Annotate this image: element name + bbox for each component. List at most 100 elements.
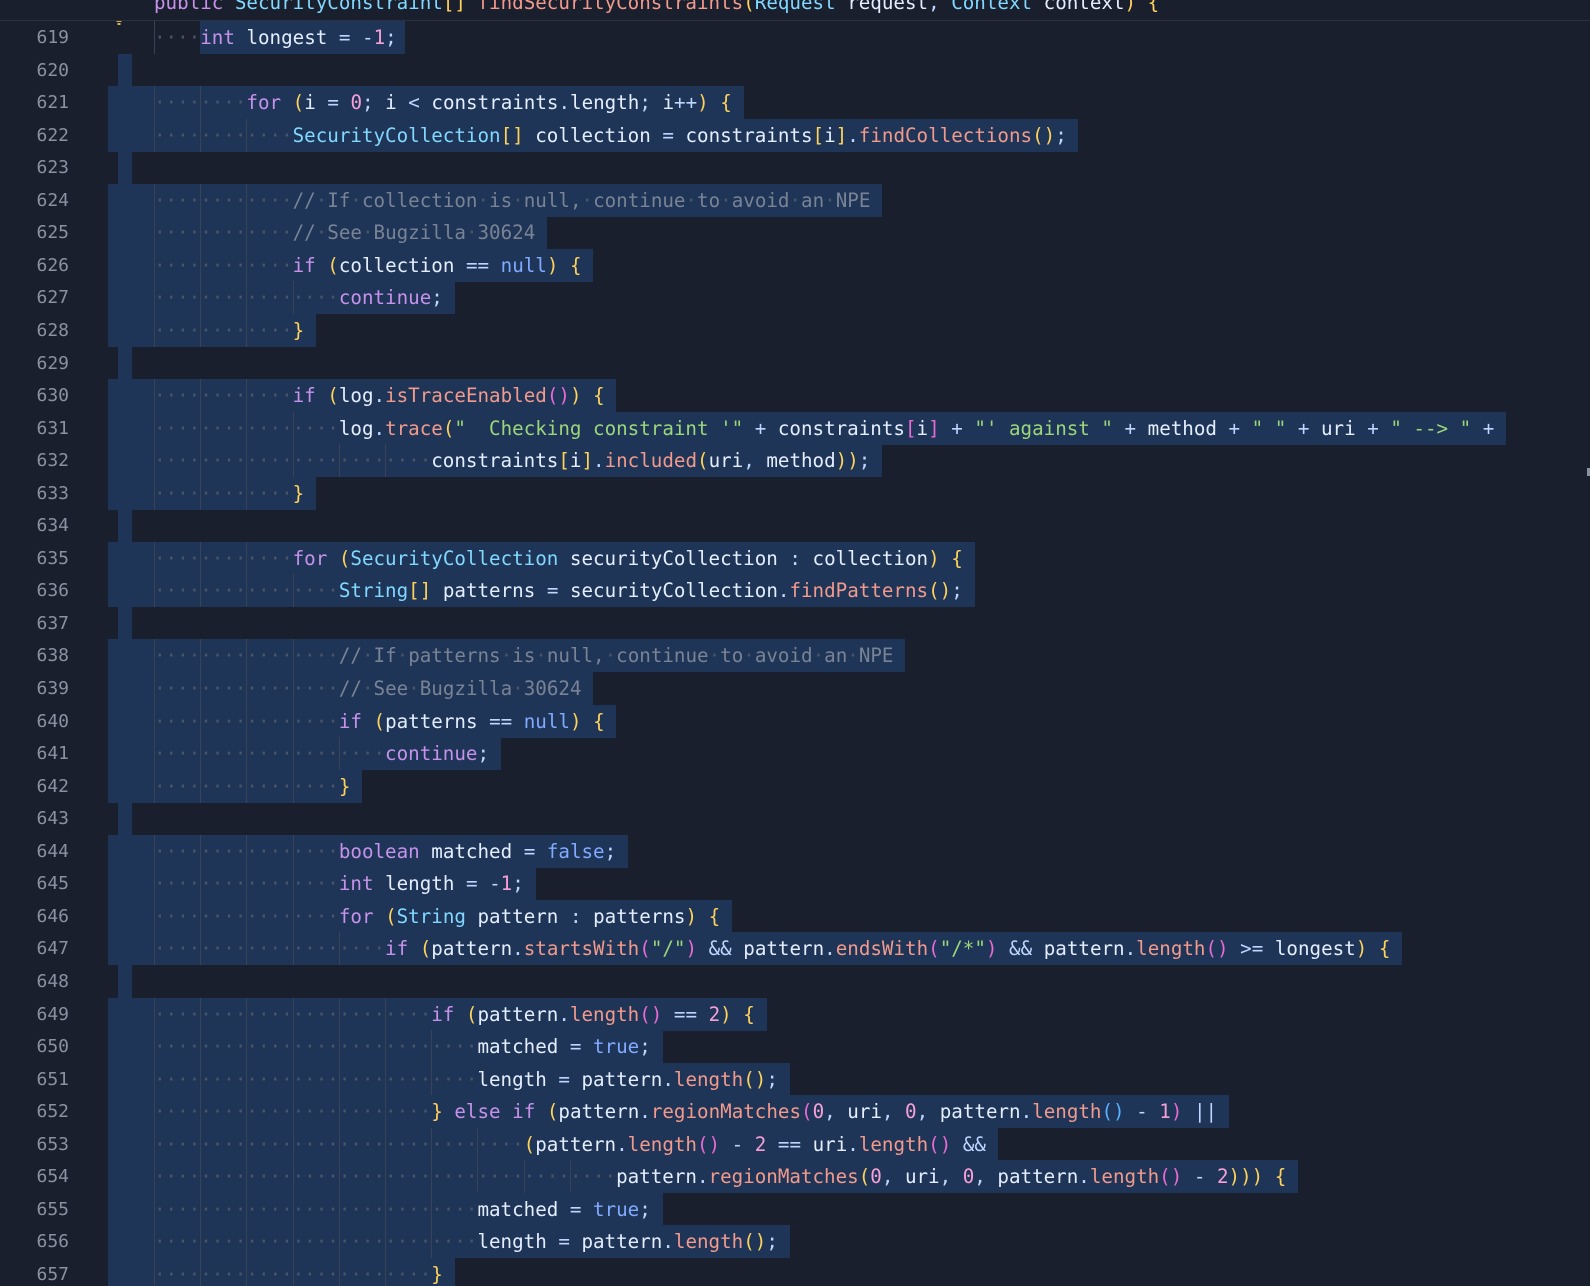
- code-text[interactable]: ················continue;: [154, 281, 443, 314]
- code-text[interactable]: ············for (SecurityCollection secu…: [154, 542, 963, 575]
- code-line[interactable]: 633 ············}: [0, 476, 1590, 510]
- line-number[interactable]: 619: [0, 21, 69, 54]
- code-line[interactable]: 626 ············if (collection == null) {: [0, 248, 1590, 282]
- code-line[interactable]: 630 ············if (log.isTraceEnabled())…: [0, 379, 1590, 413]
- line-number[interactable]: 637: [0, 607, 69, 640]
- line-number[interactable]: 643: [0, 802, 69, 835]
- line-number[interactable]: 630: [0, 379, 69, 412]
- code-text[interactable]: ················//·See·Bugzilla·30624: [154, 672, 581, 705]
- line-number[interactable]: 631: [0, 412, 69, 445]
- code-text[interactable]: ························} else if (patte…: [154, 1095, 1217, 1128]
- sticky-scroll-header[interactable]: public SecurityConstraint[] findSecurity…: [0, 0, 1590, 21]
- line-number[interactable]: 653: [0, 1128, 69, 1161]
- code-text[interactable]: ············}: [154, 477, 304, 510]
- code-text[interactable]: ························if (pattern.leng…: [154, 998, 755, 1031]
- code-line[interactable]: 634: [0, 509, 1590, 543]
- line-number[interactable]: 624: [0, 184, 69, 217]
- line-number[interactable]: 633: [0, 477, 69, 510]
- line-number[interactable]: 636: [0, 574, 69, 607]
- line-number[interactable]: 640: [0, 705, 69, 738]
- code-editor[interactable]: public SecurityConstraint[] findSecurity…: [0, 0, 1590, 1286]
- code-line[interactable]: 628 ············}: [0, 313, 1590, 347]
- line-number[interactable]: 621: [0, 86, 69, 119]
- code-line[interactable]: 637: [0, 606, 1590, 640]
- line-number[interactable]: 647: [0, 932, 69, 965]
- code-text[interactable]: ····················if (pattern.startsWi…: [154, 932, 1390, 965]
- code-text[interactable]: ············}: [154, 314, 304, 347]
- code-text[interactable]: ········································…: [154, 1160, 1286, 1193]
- code-text[interactable]: ················if (patterns == null) {: [154, 705, 605, 738]
- code-line[interactable]: 641 ····················continue;: [0, 737, 1590, 771]
- line-number[interactable]: 625: [0, 216, 69, 249]
- line-number[interactable]: 648: [0, 965, 69, 998]
- code-line[interactable]: 639 ················//·See·Bugzilla·30624: [0, 672, 1590, 705]
- line-number[interactable]: 628: [0, 314, 69, 347]
- code-text[interactable]: ································(pattern…: [154, 1128, 986, 1161]
- line-number[interactable]: 626: [0, 249, 69, 282]
- code-line[interactable]: 654 ·····································…: [0, 1160, 1590, 1194]
- code-line[interactable]: 647 ····················if (pattern.start…: [0, 932, 1590, 966]
- line-number[interactable]: 641: [0, 737, 69, 770]
- code-text[interactable]: ················log.trace(" Checking con…: [154, 412, 1494, 445]
- line-number[interactable]: 623: [0, 151, 69, 184]
- line-number[interactable]: 644: [0, 835, 69, 868]
- line-number[interactable]: 635: [0, 542, 69, 575]
- code-text[interactable]: ····························length = pat…: [154, 1063, 778, 1096]
- code-text[interactable]: ····························matched = tr…: [154, 1030, 651, 1063]
- code-line[interactable]: 629: [0, 346, 1590, 380]
- code-text[interactable]: ············if (collection == null) {: [154, 249, 582, 282]
- code-text[interactable]: ············//·See·Bugzilla·30624: [154, 216, 535, 249]
- line-number[interactable]: 649: [0, 998, 69, 1031]
- code-line[interactable]: 619 ····int longest = -1;: [0, 21, 1590, 54]
- code-text[interactable]: ················}: [154, 770, 350, 803]
- code-text[interactable]: ························}: [154, 1258, 443, 1286]
- code-line[interactable]: 636 ················String[] patterns = s…: [0, 574, 1590, 608]
- line-number[interactable]: 639: [0, 672, 69, 705]
- code-text[interactable]: ····int longest = -1;: [154, 21, 397, 54]
- code-line[interactable]: 623: [0, 151, 1590, 185]
- code-line[interactable]: 650 ····························matched =…: [0, 1030, 1590, 1064]
- code-text[interactable]: ················boolean matched = false;: [154, 835, 616, 868]
- code-text[interactable]: ················String[] patterns = secu…: [154, 574, 963, 607]
- line-number[interactable]: 650: [0, 1030, 69, 1063]
- code-line[interactable]: 649 ························if (pattern.l…: [0, 997, 1590, 1031]
- code-text[interactable]: ················for (String pattern : pa…: [154, 900, 720, 933]
- line-number[interactable]: 629: [0, 347, 69, 380]
- code-text[interactable]: ················int length = -1;: [154, 867, 524, 900]
- code-line[interactable]: 624 ············//·If·collection·is·null,…: [0, 183, 1590, 217]
- code-line[interactable]: 645 ················int length = -1;: [0, 867, 1590, 901]
- code-line[interactable]: 648: [0, 964, 1590, 998]
- code-line[interactable]: 653 ································(patt…: [0, 1127, 1590, 1161]
- line-number[interactable]: 651: [0, 1063, 69, 1096]
- code-line[interactable]: 622 ············SecurityCollection[] coll…: [0, 118, 1590, 152]
- line-number[interactable]: 620: [0, 54, 69, 87]
- code-line[interactable]: 656 ····························length = …: [0, 1225, 1590, 1259]
- code-text[interactable]: ············SecurityCollection[] collect…: [154, 119, 1067, 152]
- line-number[interactable]: 657: [0, 1258, 69, 1286]
- code-line[interactable]: 651 ····························length = …: [0, 1062, 1590, 1096]
- line-number[interactable]: 655: [0, 1193, 69, 1226]
- code-text[interactable]: ················//·If·patterns·is·null,·…: [154, 639, 893, 672]
- code-line[interactable]: 655 ····························matched =…: [0, 1192, 1590, 1226]
- line-number[interactable]: 656: [0, 1225, 69, 1258]
- line-number[interactable]: 634: [0, 509, 69, 542]
- code-text[interactable]: ····························matched = tr…: [154, 1193, 651, 1226]
- code-text[interactable]: ········for (i = 0; i < constraints.leng…: [154, 86, 732, 119]
- code-text[interactable]: ············if (log.isTraceEnabled()) {: [154, 379, 605, 412]
- code-line[interactable]: 627 ················continue;: [0, 281, 1590, 315]
- code-text[interactable]: ············//·If·collection·is·null,·co…: [154, 184, 870, 217]
- code-line[interactable]: 621 ········for (i = 0; i < constraints.l…: [0, 86, 1590, 120]
- code-line[interactable]: 632 ························constraints[i…: [0, 444, 1590, 478]
- line-number[interactable]: 622: [0, 119, 69, 152]
- code-line[interactable]: 646 ················for (String pattern :…: [0, 899, 1590, 933]
- code-line[interactable]: 652 ························} else if (pa…: [0, 1095, 1590, 1129]
- code-text[interactable]: ····························length = pat…: [154, 1225, 778, 1258]
- code-line[interactable]: 644 ················boolean matched = fal…: [0, 834, 1590, 868]
- code-line[interactable]: 635 ············for (SecurityCollection s…: [0, 541, 1590, 575]
- code-line[interactable]: 657 ························}: [0, 1257, 1590, 1286]
- code-line[interactable]: 638 ················//·If·patterns·is·nul…: [0, 639, 1590, 673]
- code-line[interactable]: 625 ············//·See·Bugzilla·30624: [0, 216, 1590, 250]
- line-number[interactable]: 654: [0, 1160, 69, 1193]
- line-number[interactable]: 642: [0, 770, 69, 803]
- code-line[interactable]: 620: [0, 53, 1590, 87]
